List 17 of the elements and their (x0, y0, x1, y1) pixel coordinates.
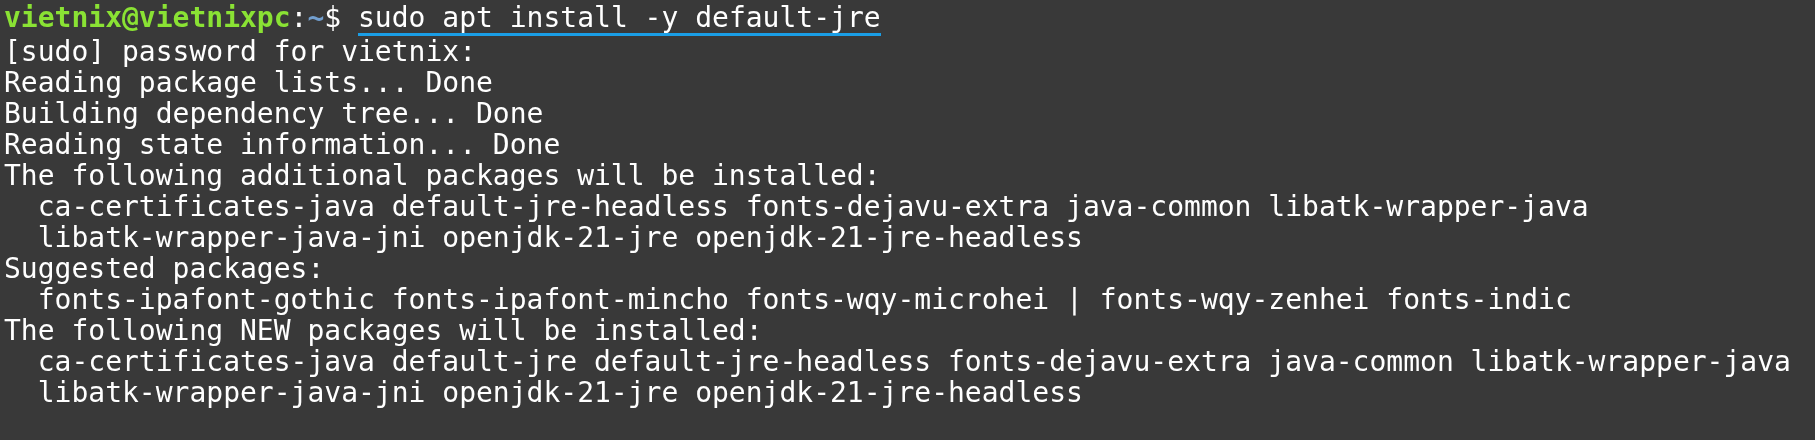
output-line: fonts-ipafont-gothic fonts-ipafont-mincho fonts-wqy-microhei | fonts-wqy-zenhei fonts-indic (37, 284, 1573, 315)
prompt-separator: : (290, 2, 308, 36)
output-line: libatk-wrapper-java-jni openjdk-21-jre openjdk-21-jre-headless (36, 222, 1083, 253)
output-line: ca-certificates-java default-jre-headless fonts-dejavu-extra java-common libatk-wrapper-java (36, 191, 1590, 222)
output-line: Building dependency tree... Done (4, 98, 545, 129)
command-text: sudo apt install -y default-jre (358, 2, 881, 36)
output-line: The following NEW packages will be installed: (4, 315, 763, 346)
output-line: libatk-wrapper-java-jni openjdk-21-jre openjdk-21-jre-headless (36, 377, 1083, 408)
output-line: Suggested packages: (4, 253, 325, 284)
prompt-path: ~ (307, 2, 325, 36)
prompt-user-host: vietnix@vietnixpc (4, 2, 291, 36)
output-line: Reading package lists... Done (4, 67, 494, 98)
output-line: [sudo] password for vietnix: (4, 36, 477, 67)
prompt-symbol: $ (324, 2, 343, 36)
output-line: ca-certificates-java default-jre default-jre-headless fonts-dejavu-extra java-common libatk-wrapper-java (36, 346, 1792, 377)
output-line: Reading state information... Done (4, 129, 562, 160)
output-line: The following additional packages will be installed: (4, 160, 882, 191)
